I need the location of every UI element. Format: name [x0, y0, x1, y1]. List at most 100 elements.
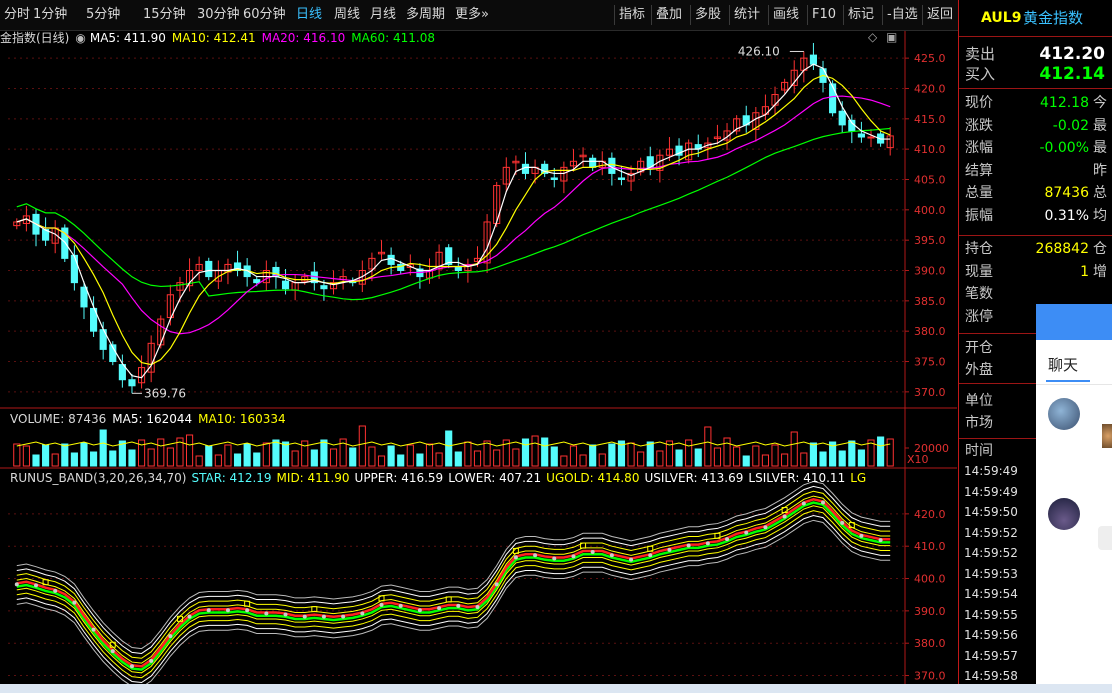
- band-dot: [513, 555, 518, 560]
- volume-bar: [166, 447, 174, 467]
- chat-avatar[interactable]: [1048, 398, 1080, 430]
- candle-body: [589, 157, 597, 168]
- volume-bar: [608, 443, 616, 467]
- tool-indicator-button[interactable]: 指标: [614, 5, 649, 25]
- volume-bar: [771, 444, 779, 467]
- volume-bar: [685, 439, 693, 467]
- band-dot: [360, 611, 365, 616]
- band-dot: [91, 627, 96, 632]
- candle-body: [281, 280, 290, 290]
- volume-ma10-label: MA10: 160334: [198, 412, 286, 426]
- volume-bar: [397, 454, 405, 467]
- tick-time: 14:59:52: [964, 546, 1018, 560]
- period-tab-60min[interactable]: 60分钟: [243, 0, 286, 30]
- period-tab-monthly[interactable]: 月线: [370, 0, 396, 30]
- volume-ma5-label: MA5: 162044: [112, 412, 193, 426]
- volume-bar: [272, 439, 280, 467]
- band-legend: RUNUS_BAND(3,20,26,34,70) STAR: 412.19 MID…: [10, 470, 871, 486]
- window-toggle-icon[interactable]: ▣: [886, 30, 897, 44]
- price-tick-label: 390.0: [914, 265, 946, 278]
- volume-bar: [435, 452, 443, 467]
- volume-bar: [512, 448, 520, 467]
- band-dot: [878, 538, 883, 543]
- period-tab-daily[interactable]: 日线: [296, 0, 322, 30]
- diamond-icon[interactable]: ◇: [868, 30, 877, 44]
- volume-bar: [90, 451, 98, 467]
- candle-body: [857, 133, 865, 138]
- volume-bar: [214, 454, 222, 467]
- quote-row: 现价 412.18 今: [965, 95, 1107, 111]
- volume-bar: [109, 450, 117, 467]
- band-dot: [245, 608, 250, 613]
- period-tab-30min[interactable]: 30分钟: [197, 0, 240, 30]
- band-dot: [456, 603, 461, 608]
- chat-sticker: [1102, 424, 1112, 448]
- chat-header: [1036, 304, 1112, 340]
- volume-bar: [569, 445, 578, 467]
- band-tick-label: 390.0: [914, 605, 946, 618]
- band-dot: [398, 603, 403, 608]
- volume-bar: [483, 440, 491, 467]
- chat-avatar[interactable]: [1048, 498, 1080, 530]
- band-dot: [225, 608, 230, 613]
- tool-f10-button[interactable]: F10: [807, 5, 840, 25]
- volume-bar: [637, 451, 645, 467]
- ma20-label: MA20: 416.10: [261, 31, 346, 45]
- period-tab-weekly[interactable]: 周线: [334, 0, 360, 30]
- volume-legend: VOLUME: 87436 MA5: 162044 MA10: 160334: [10, 411, 292, 427]
- quote-row: 涨跌 -0.02 最: [965, 117, 1107, 134]
- chat-tab[interactable]: 聊天: [1048, 354, 1078, 375]
- status-strip: [0, 684, 1112, 693]
- volume-bar: [281, 441, 290, 467]
- band-tick-label: 400.0: [914, 573, 946, 586]
- tool-draw-button[interactable]: 画线: [768, 5, 803, 25]
- band-usilver-label: USILVER: 413.69: [644, 471, 744, 485]
- candle-body: [80, 286, 88, 308]
- volume-label: VOLUME: 87436: [10, 412, 107, 426]
- band-dot: [590, 550, 595, 555]
- volume-bar: [694, 448, 702, 467]
- period-tab-1min[interactable]: 1分钟: [33, 0, 67, 30]
- band-dot: [571, 554, 576, 559]
- band-dot: [686, 543, 691, 548]
- candle-body: [454, 266, 462, 272]
- band-dot: [705, 541, 710, 546]
- period-tab-15min[interactable]: 15分钟: [143, 0, 186, 30]
- price-tick-label: 410.0: [914, 143, 946, 156]
- volume-bar: [205, 445, 213, 467]
- volume-bar: [521, 438, 530, 467]
- band-ugold-label: UGOLD: 414.80: [546, 471, 640, 485]
- tool-overlay-button[interactable]: 叠加: [651, 5, 686, 25]
- period-tab-more[interactable]: 更多»: [455, 0, 489, 30]
- volume-bar: [70, 452, 78, 467]
- tool-multistock-button[interactable]: 多股: [690, 5, 725, 25]
- settings-dot-icon[interactable]: ◉: [75, 31, 85, 45]
- tick-time: 14:59:49: [964, 484, 1018, 499]
- band-dot: [283, 612, 288, 617]
- tool-back-button[interactable]: 返回: [922, 5, 957, 25]
- volume-bar: [531, 435, 539, 467]
- volume-bar: [243, 443, 251, 467]
- tool-mark-button[interactable]: 标记: [843, 5, 878, 25]
- tool-stats-button[interactable]: 统计: [729, 5, 764, 25]
- band-dot: [379, 602, 384, 607]
- period-tab-5min[interactable]: 5分钟: [86, 0, 120, 30]
- band-line: [16, 495, 891, 664]
- chat-popup[interactable]: 聊天: [1036, 304, 1112, 684]
- period-tab-multi[interactable]: 多周期: [406, 0, 445, 30]
- period-tab-timeshare[interactable]: 分时: [4, 0, 30, 30]
- price-tick-label: 425.0: [914, 52, 946, 65]
- band-dot: [782, 514, 787, 519]
- tick-time: 14:59:55: [964, 607, 1018, 622]
- ma60-line: [16, 127, 891, 301]
- volume-bar: [387, 445, 395, 467]
- tick-time: 14:59:49: [964, 464, 1018, 478]
- main-legend: 金指数(日线) ◉ MA5: 411.90 MA10: 412.41 MA20: 416…: [0, 30, 441, 46]
- tool-watchlist-button[interactable]: -自选: [882, 5, 922, 25]
- quote-row: 总量 87436 总: [965, 185, 1107, 201]
- band-dot: [609, 553, 614, 558]
- quote-header: AUL9 黄金指数: [959, 6, 1112, 30]
- volume-bar: [329, 448, 338, 467]
- band-lower-label: LOWER: 407.21: [448, 471, 542, 485]
- band-mid-label: MID: 411.90: [276, 471, 350, 485]
